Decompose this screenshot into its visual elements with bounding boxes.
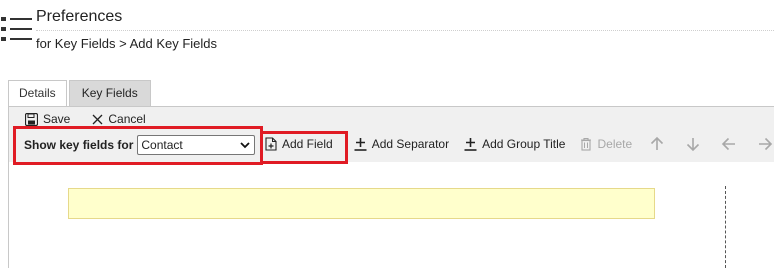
breadcrumb: for Key Fields > Add Key Fields — [36, 36, 218, 51]
cancel-label: Cancel — [108, 112, 146, 126]
add-separator-label: Add Separator — [371, 137, 450, 151]
arrow-down-icon[interactable] — [685, 136, 701, 152]
trash-icon — [581, 137, 592, 151]
toolbar-row-actions: Save Cancel — [25, 112, 168, 126]
show-key-fields-highlight — [13, 126, 263, 165]
add-separator-button[interactable]: Add Separator — [354, 137, 449, 151]
add-group-title-label: Add Group Title — [482, 137, 566, 151]
key-fields-panel: Save Cancel Show key fields for Contact — [8, 106, 774, 268]
add-group-title-button[interactable]: Add Group Title — [464, 137, 565, 151]
tab-bar: Details Key Fields — [8, 80, 153, 106]
delete-button[interactable]: Delete — [580, 137, 632, 151]
layout-column-divider — [725, 186, 726, 268]
save-button[interactable]: Save — [25, 112, 70, 126]
list-menu-icon[interactable] — [0, 14, 34, 44]
add-field-highlight — [260, 131, 348, 164]
arrow-left-icon[interactable] — [721, 136, 737, 152]
page-title: Preferences — [36, 8, 123, 25]
add-group-title-icon — [464, 138, 477, 151]
cancel-button[interactable]: Cancel — [92, 112, 146, 126]
key-field-placeholder-slot[interactable] — [68, 188, 655, 219]
save-label: Save — [43, 112, 71, 126]
arrow-up-icon[interactable] — [649, 136, 665, 152]
delete-label: Delete — [597, 137, 633, 151]
header-divider — [36, 30, 774, 31]
add-separator-icon — [354, 138, 367, 151]
save-icon — [25, 112, 38, 126]
arrow-right-icon[interactable] — [757, 136, 773, 152]
tab-key-fields[interactable]: Key Fields — [68, 80, 151, 106]
close-icon — [92, 114, 103, 124]
tab-details[interactable]: Details — [8, 80, 67, 106]
